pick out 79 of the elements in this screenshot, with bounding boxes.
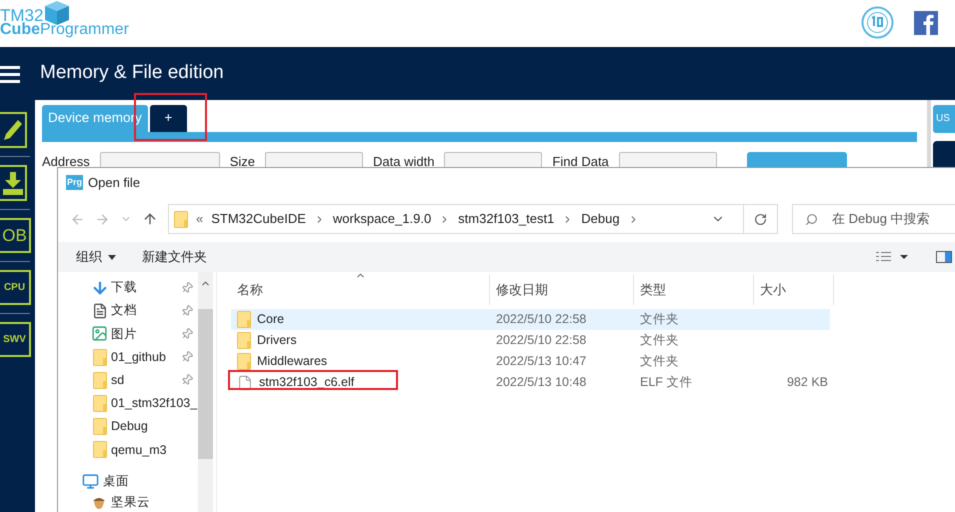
dialog-title: Open file <box>88 174 140 192</box>
breadcrumb-item[interactable]: workspace_1.9.0 <box>332 209 432 229</box>
download-tool[interactable] <box>0 165 27 201</box>
caret-icon <box>108 254 116 260</box>
download-arrow-icon <box>90 278 108 297</box>
column-header[interactable]: 大小 <box>754 274 834 305</box>
search-placeholder: 在 Debug 中搜索 <box>832 210 930 228</box>
column-header[interactable]: 类型 <box>634 274 754 305</box>
file-name: stm32f103_c6.elf <box>259 374 354 392</box>
image-icon <box>91 325 108 342</box>
breadcrumb-item[interactable]: Debug <box>581 209 620 229</box>
folder-icon <box>174 210 188 228</box>
file-row[interactable]: Core 2022/5/10 22:58 文件夹 <box>231 309 830 330</box>
folder-icon <box>92 418 106 436</box>
scrollbar[interactable] <box>198 272 213 512</box>
nav-pane-item[interactable]: Debug <box>58 415 198 438</box>
view-options-icon[interactable] <box>876 252 910 262</box>
folder-icon <box>92 395 106 412</box>
nav-pane-item[interactable]: 01_stm32f103_ <box>58 392 198 416</box>
file-date: 2022/5/13 10:47 <box>495 353 588 370</box>
folder-icon <box>92 441 106 458</box>
file-name: Drivers <box>257 332 297 350</box>
file-icon <box>237 374 253 390</box>
nav-pane-item[interactable]: sd <box>58 368 198 392</box>
file-type: 文件夹 <box>639 311 680 328</box>
edit-tool[interactable] <box>0 112 27 148</box>
file-row[interactable]: Drivers 2022/5/10 22:58 文件夹 <box>231 330 830 351</box>
nav-pane-item[interactable]: 下载 <box>58 276 198 300</box>
file-date: 2022/5/10 22:58 <box>495 332 588 350</box>
field-label: Data width <box>373 153 434 171</box>
side-tool[interactable]: CPU <box>0 270 31 305</box>
file-row[interactable]: Middlewares 2022/5/13 10:47 文件夹 <box>231 351 830 372</box>
organize-menu[interactable]: 组织 <box>76 247 116 267</box>
facebook-icon[interactable] <box>914 10 938 34</box>
field-label: Address <box>42 153 90 171</box>
breadcrumb-overflow: « <box>196 210 204 228</box>
file-type: 文件夹 <box>639 332 680 350</box>
tab[interactable]: + <box>150 105 187 132</box>
folder-icon <box>237 332 251 349</box>
anniversary-badge-icon <box>861 6 894 39</box>
app-icon: Prg <box>66 175 84 190</box>
file-type: ELF 文件 <box>639 374 694 392</box>
page-title: Memory & File edition <box>40 61 224 86</box>
monitor-icon <box>82 472 99 490</box>
folder-icon <box>92 348 106 366</box>
address-bar[interactable]: « STM32CubeIDE workspace_1.9.0 stm32f103_test1 Debug <box>168 204 778 234</box>
side-tool[interactable]: SWV <box>0 322 31 357</box>
file-date: 2022/5/10 22:58 <box>495 311 588 328</box>
file-name: Core <box>257 311 284 328</box>
file-type: 文件夹 <box>639 353 680 370</box>
folder-icon <box>237 311 251 328</box>
field-label: Size <box>230 153 255 171</box>
nav-pane-item[interactable]: 01_github <box>58 346 198 369</box>
up-icon[interactable] <box>142 211 158 227</box>
nav-pane-item[interactable]: qemu_m3 <box>58 438 198 462</box>
nav-pane-item[interactable]: 坚果云 <box>58 492 198 512</box>
refresh-icon <box>754 212 767 226</box>
field-label: Find Data <box>552 153 609 171</box>
search-field[interactable]: 在 Debug 中搜索 <box>792 204 955 234</box>
file-name: Middlewares <box>257 353 328 370</box>
breadcrumb-item[interactable]: STM32CubeIDE <box>211 209 306 229</box>
download-icon <box>2 170 24 196</box>
preview-pane-icon[interactable] <box>936 251 952 263</box>
new-folder-button[interactable]: 新建文件夹 <box>142 247 207 267</box>
folder-icon <box>92 372 106 389</box>
document-icon <box>92 302 108 319</box>
side-tool[interactable]: OB <box>0 218 31 253</box>
nav-pane-item[interactable]: 桌面 <box>58 470 198 493</box>
nav-pane-item[interactable]: 图片 <box>58 322 198 346</box>
column-header[interactable]: 修改日期 <box>490 274 634 305</box>
nav-pane-item[interactable]: 文档 <box>58 299 198 322</box>
file-row[interactable]: stm32f103_c6.elf 2022/5/13 10:48 ELF 文件 982 KB <box>231 372 830 393</box>
search-icon <box>805 212 818 226</box>
file-size: 982 KB <box>786 374 828 392</box>
file-date: 2022/5/13 10:48 <box>495 374 588 392</box>
column-header[interactable]: 名称 <box>231 274 490 305</box>
breadcrumb-item[interactable]: stm32f103_test1 <box>458 209 554 229</box>
menu-icon[interactable] <box>0 64 20 84</box>
folder-icon <box>237 353 251 370</box>
